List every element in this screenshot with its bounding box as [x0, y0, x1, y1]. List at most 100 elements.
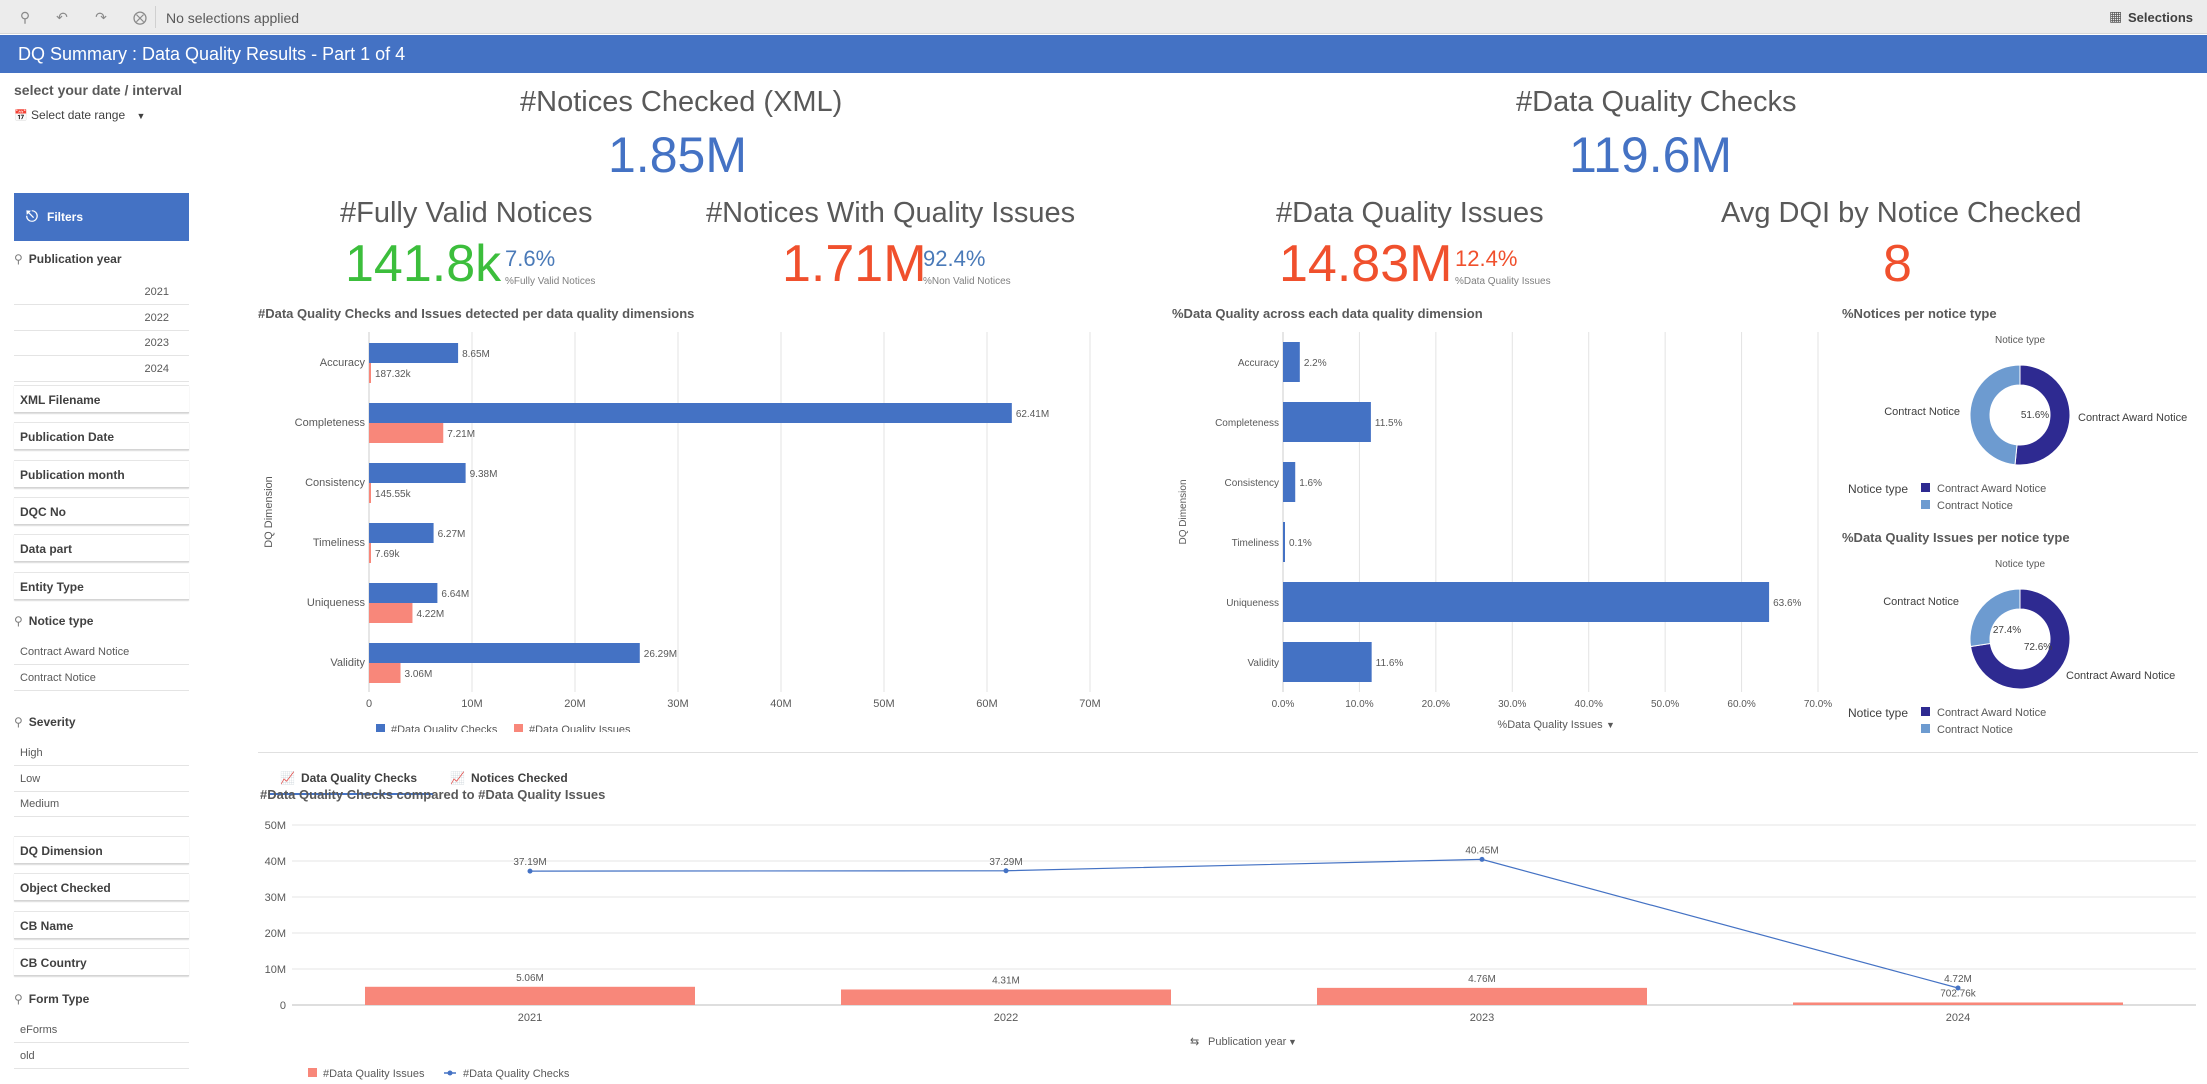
publication-year-item-2023[interactable]: 2023	[14, 331, 189, 356]
bar-dq-pct	[1283, 642, 1372, 682]
kpi-dq-checks-value: 119.6M	[1569, 127, 1733, 183]
donut-slice-label: Contract Notice	[1883, 596, 1959, 608]
filter-box-entity-type[interactable]: Entity Type	[14, 571, 189, 600]
filter-box-cb-name[interactable]: CB Name	[14, 910, 189, 939]
filter-box-object-checked[interactable]: Object Checked	[14, 873, 189, 902]
selections-button[interactable]: Selections	[2128, 10, 2193, 25]
filter-box-cb-country[interactable]: CB Country	[14, 947, 189, 976]
search-icon: ⚲	[14, 252, 23, 266]
notice-type-item-contract-notice[interactable]: Contract Notice	[14, 666, 189, 691]
publication-year-item-2021[interactable]: 2021	[14, 280, 189, 305]
y-tick-label: 20M	[265, 928, 286, 940]
form-type-item-old[interactable]: old	[14, 1044, 189, 1069]
x-tick-label: 2021	[518, 1012, 542, 1024]
calendar-icon: 📅	[14, 110, 28, 122]
category-label: Uniqueness	[307, 597, 366, 609]
line-value-label: 37.29M	[989, 857, 1022, 868]
kpi-with-issues-value: 1.71M	[782, 235, 927, 293]
publication-year-item-2022[interactable]: 2022	[14, 306, 189, 331]
bar-value-label: 6.64M	[441, 589, 469, 600]
donut-header: Notice type	[1995, 559, 2045, 570]
bar-dq-issues	[841, 989, 1171, 1005]
legend-label: Contract Notice	[1937, 724, 2013, 736]
x-tick-label: 10.0%	[1345, 699, 1373, 710]
dq-issues-per-type-donut[interactable]: Notice type 27.4%72.6% Contract Award Noti…	[1842, 546, 2207, 746]
date-range-picker[interactable]: 📅 Select date range ▼	[14, 108, 145, 122]
form-type-filter-header[interactable]: ⚲ Form Type	[14, 992, 89, 1006]
filter-box-label: XML Filename	[20, 393, 101, 407]
tab-label: Data Quality Checks	[300, 771, 417, 785]
legend-label: Contract Award Notice	[1937, 707, 2046, 719]
checks-vs-issues-trend-chart[interactable]: 0 10M 20M 30M 40M 50M 5.06M 2021 4.31M 2022 4.76M 2…	[258, 805, 2198, 1081]
filter-box-dq-dimension[interactable]: DQ Dimension	[14, 836, 189, 864]
swap-axis-icon: ⇆	[1190, 1036, 1199, 1048]
severity-item-high[interactable]: High	[14, 741, 189, 766]
form-type-label: Form Type	[28, 992, 90, 1006]
publication-year-filter-header[interactable]: ⚲ Publication year	[14, 252, 122, 266]
y-tick-label: 30M	[265, 892, 286, 904]
donut-slice-contract-notice	[1969, 364, 2021, 466]
legend-swatch	[376, 724, 385, 732]
kpi-fully-valid-title: #Fully Valid Notices	[340, 197, 593, 229]
filter-icon: ⎋	[26, 208, 38, 225]
filter-box-publication-month[interactable]: Publication month	[14, 459, 189, 488]
kpi-dq-checks-title: #Data Quality Checks	[1516, 86, 1797, 118]
x-tick-label: 2024	[1946, 1012, 1970, 1024]
chart3-title: %Notices per notice type	[1842, 306, 1997, 321]
bar-value-label: 3.06M	[405, 669, 433, 680]
filter-box-data-part[interactable]: Data part	[14, 534, 189, 563]
x-tick-label: 0.0%	[1272, 699, 1295, 710]
severity-item-label: High	[20, 747, 43, 759]
step-forward-icon[interactable]: ↷	[92, 8, 110, 26]
x-axis-title: %Data Quality Issues	[1497, 719, 1603, 731]
clear-selections-icon[interactable]: ⨂	[131, 8, 149, 26]
step-back-icon[interactable]: ↶	[53, 8, 71, 26]
selections-tool-icon[interactable]: ▦	[2109, 8, 2125, 24]
line-point	[1955, 985, 1961, 991]
category-label: Consistency	[305, 477, 365, 489]
legend-swatch	[1921, 483, 1930, 492]
legend-label: Contract Award Notice	[1937, 483, 2046, 495]
severity-filter-header[interactable]: ⚲ Severity	[14, 715, 76, 729]
publication-year-item-label: 2024	[144, 362, 169, 375]
x-tick-label: 60.0%	[1727, 699, 1755, 710]
donut-slice-contract-notice	[1969, 588, 2021, 648]
dq-pct-by-dimension-chart[interactable]: 0.0% 10.0% 20.0% 30.0% 40.0% 50.0% 60.0% 70.0% A…	[1172, 322, 1832, 742]
x-axis-title: Publication year	[1208, 1036, 1287, 1048]
chevron-down-icon: ▼	[136, 111, 146, 121]
bar-dq-checks	[369, 463, 466, 483]
kpi-dq-issues-value: 14.83M	[1279, 235, 1453, 293]
line-point	[1479, 856, 1485, 862]
form-type-item-eforms[interactable]: eForms	[14, 1018, 189, 1043]
date-range-value: Select date range	[31, 108, 126, 122]
filters-label: Filters	[47, 210, 84, 224]
bar-value-label: 63.6%	[1773, 598, 1801, 609]
y-tick-label: 40M	[265, 856, 286, 868]
bar-value-label: 7.21M	[447, 429, 475, 440]
publication-year-item-2024[interactable]: 2024	[14, 357, 189, 382]
notices-per-type-donut[interactable]: Notice type 51.6% Contract Award Notice Con…	[1842, 322, 2207, 522]
category-label: Consistency	[1225, 478, 1279, 489]
dq-checks-issues-by-dimension-chart[interactable]: 0 10M 20M 30M 40M 50M 60M 70M Accuracy 8.65M 187.3…	[258, 322, 1108, 732]
bar-value-label: 4.22M	[416, 609, 444, 620]
x-tick-label: 10M	[461, 698, 482, 710]
filters-button[interactable]: ⎋ Filters	[14, 193, 189, 241]
smart-search-icon[interactable]: ⚲	[16, 8, 34, 26]
bar-value-label: 2.2%	[1304, 358, 1327, 369]
y-axis-title: DQ Dimension	[1178, 479, 1189, 544]
x-tick-label: 20M	[564, 698, 585, 710]
bar-value-label: 145.55k	[375, 489, 412, 500]
filter-box-publication-date[interactable]: Publication Date	[14, 422, 189, 451]
severity-item-low[interactable]: Low	[14, 767, 189, 792]
combo-chart-icon: 📈	[450, 771, 465, 785]
filter-box-dqc-no[interactable]: DQC No	[14, 496, 189, 525]
notice-type-filter-header[interactable]: ⚲ Notice type	[14, 614, 93, 628]
y-tick-label: 10M	[265, 964, 286, 976]
bar-dq-checks	[369, 583, 438, 603]
bar-value-label: 4.76M	[1468, 974, 1496, 985]
donut-pct-label: 27.4%	[1993, 625, 2021, 636]
severity-item-medium[interactable]: Medium	[14, 792, 189, 817]
notice-type-item-contract-award-notice[interactable]: Contract Award Notice	[14, 640, 189, 665]
filter-box-xml-filename[interactable]: XML Filename	[14, 385, 189, 413]
y-tick-label: 50M	[265, 820, 286, 832]
